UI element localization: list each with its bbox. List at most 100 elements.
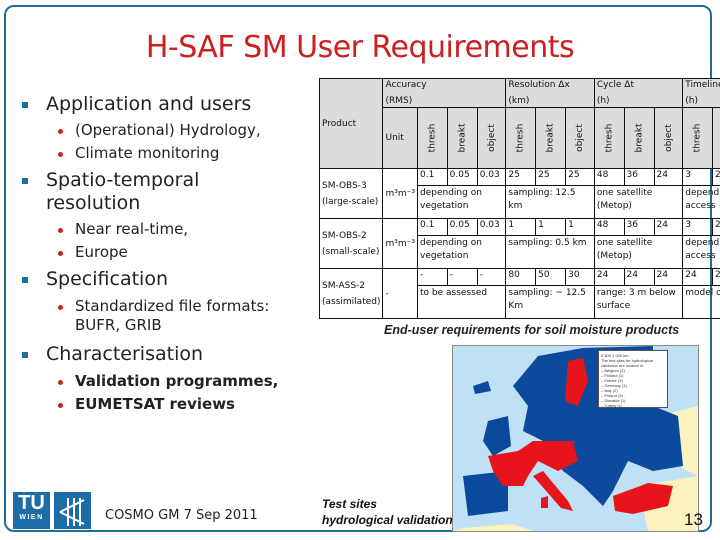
- resolution-value: 50: [535, 268, 567, 286]
- level-label: thresh: [692, 123, 703, 153]
- accuracy-note: to be assessed: [416, 285, 507, 319]
- unit-header: Unit: [382, 107, 418, 169]
- cycle-note: one satellite (Metop): [593, 185, 684, 219]
- resolution-value: 30: [565, 268, 595, 286]
- level-header: object: [653, 107, 684, 169]
- europe-test-sites-map: 0 500 1 000 km The test sites for hydrol…: [452, 345, 699, 532]
- timeliness-value: 2: [711, 168, 720, 186]
- level-header: breakt: [535, 107, 567, 169]
- legend-items: – Belgium (2) – Finland (1) – France (3) – …: [601, 368, 665, 408]
- timeliness-note: depending on access: [682, 185, 720, 219]
- resolution-value: 1: [535, 218, 567, 236]
- level-header: thresh: [593, 107, 625, 169]
- table-row: SM-ASS-2 (assimilated) - - - -80 50 30 24 24 24 24 2…: [318, 268, 720, 319]
- legend-item: – Turkey (1): [601, 403, 623, 408]
- timeliness-value: 24: [711, 268, 720, 286]
- cycle-value: 36: [623, 168, 655, 186]
- map-caption-line2: hydrological validation: [322, 513, 453, 527]
- accuracy-value: 0.05: [446, 218, 478, 236]
- cycle-value: 24: [593, 268, 625, 286]
- timeliness-value: 3: [682, 218, 713, 236]
- level-label: thresh: [604, 123, 615, 153]
- resolution-note: sampling: ~ 12.5 Km: [505, 285, 595, 319]
- sub-bullet: Europe: [22, 243, 322, 262]
- product-name: SM-OBS-3: [322, 180, 367, 191]
- group-label: Accuracy: [385, 80, 427, 90]
- unit-cell: -: [382, 268, 418, 319]
- group-label: Resolution Δx: [508, 80, 570, 90]
- cycle-value: 24: [653, 218, 684, 236]
- cycle-value: 24: [653, 168, 684, 186]
- level-label: object: [574, 124, 585, 152]
- level-header: breakt: [711, 107, 720, 169]
- level-label: breakt: [634, 123, 645, 153]
- bullet-application: Application and users: [22, 93, 322, 116]
- level-label: thresh: [515, 123, 526, 153]
- product-subtitle: (small-scale): [322, 246, 380, 257]
- product-header-cell: Product: [318, 78, 384, 169]
- table-caption: End-user requirements for soil moisture …: [384, 323, 680, 337]
- ipf-logo: [54, 492, 91, 529]
- resolution-value: 25: [565, 168, 595, 186]
- timeliness-value: 3: [682, 168, 713, 186]
- timeliness-value: 2: [711, 218, 720, 236]
- logo-tu-text: TU: [18, 492, 45, 514]
- cycle-note: range: 3 m below surface: [593, 285, 684, 319]
- product-name: SM-OBS-2: [322, 230, 367, 241]
- page-number: 13: [684, 510, 703, 529]
- accuracy-value: -: [417, 268, 448, 286]
- sub-bullet: Near real-time,: [22, 220, 322, 239]
- accuracy-header: Accuracy (RMS): [382, 78, 507, 108]
- slide-title: H-SAF SM User Requirements: [145, 30, 575, 65]
- accuracy-value: 0.05: [446, 168, 478, 186]
- map-caption-line1: Test sites: [322, 497, 377, 511]
- sub-bullet: Climate monitoring: [22, 144, 322, 163]
- sub-bullet: Validation programmes,: [22, 372, 322, 391]
- level-label: object: [663, 124, 674, 152]
- cycle-header: Cycle Δt (h): [593, 78, 684, 108]
- timeliness-value: 24: [682, 268, 713, 286]
- footer-text: COSMO GM 7 Sep 2011: [105, 508, 258, 523]
- cycle-value: 24: [623, 268, 655, 286]
- level-header: breakt: [623, 107, 655, 169]
- accuracy-value: -: [446, 268, 478, 286]
- level-header: breakt: [446, 107, 478, 169]
- cycle-value: 48: [593, 168, 625, 186]
- bullet-resolution: Spatio-temporal resolution: [22, 169, 246, 215]
- group-label: Cycle Δt: [596, 80, 634, 90]
- timeliness-note: depending on access: [682, 235, 720, 269]
- bullet-characterisation: Characterisation: [22, 343, 322, 366]
- accuracy-note: depending on vegetation: [416, 235, 507, 269]
- sub-bullet: EUMETSAT reviews: [22, 395, 322, 414]
- level-header: thresh: [417, 107, 448, 169]
- resolution-value: 1: [505, 218, 537, 236]
- tu-wien-logo: TU WIEN: [13, 492, 50, 529]
- accuracy-value: 0.03: [476, 218, 507, 236]
- product-cell: SM-ASS-2 (assimilated): [318, 268, 384, 319]
- accuracy-value: 0.03: [476, 168, 507, 186]
- sardinia: [541, 496, 548, 508]
- level-label: object: [486, 124, 497, 152]
- resolution-header: Resolution Δx (km): [505, 78, 595, 108]
- map-caption: Test sites hydrological validation: [322, 496, 453, 528]
- unit-cell: m³m⁻³: [382, 218, 418, 269]
- group-sub: (h): [685, 96, 698, 106]
- level-header: thresh: [682, 107, 713, 169]
- product-cell: SM-OBS-2 (small-scale): [318, 218, 384, 269]
- legend-title: The test sites for hydrological validati…: [601, 358, 654, 368]
- product-subtitle: (assimilated): [322, 296, 381, 307]
- ipf-logo-icon: [59, 498, 85, 526]
- group-sub: (km): [508, 96, 530, 106]
- resolution-value: 25: [505, 168, 537, 186]
- cycle-value: 48: [593, 218, 625, 236]
- level-header: object: [476, 107, 507, 169]
- level-label: thresh: [427, 123, 438, 153]
- accuracy-value: -: [476, 268, 507, 286]
- resolution-value: 80: [505, 268, 537, 286]
- unit-cell: m³m⁻³: [382, 168, 418, 219]
- product-header: Product: [322, 118, 357, 129]
- bullet-list: Application and users (Operational) Hydr…: [22, 93, 322, 414]
- timeliness-header: Timeliness δ (h): [682, 78, 720, 108]
- group-label: Timeliness δ: [685, 80, 720, 90]
- table-row: SM-OBS-2 (small-scale) m³m⁻³ 0.1 0.05 0.03 1 1 1…: [318, 218, 720, 269]
